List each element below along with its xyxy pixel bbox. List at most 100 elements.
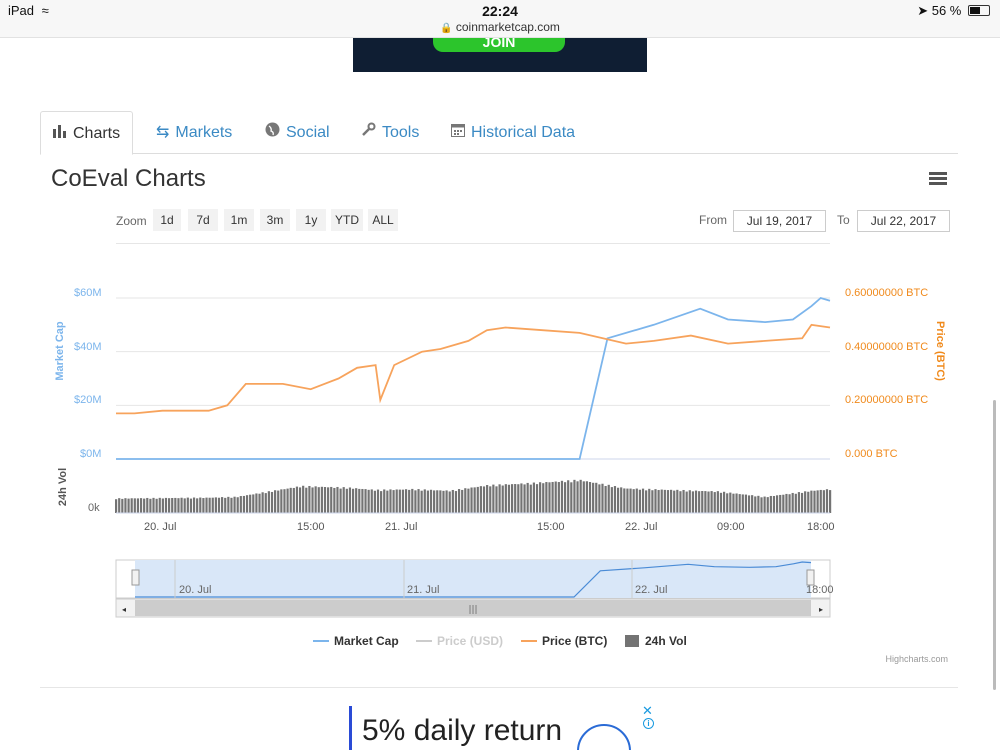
- volume-bar: [772, 496, 776, 513]
- highcharts-credit-link[interactable]: Highcharts.com: [885, 654, 948, 664]
- y-right-tick: 0.40000000 BTC: [845, 341, 929, 353]
- zoom-1y-button[interactable]: 1y: [296, 209, 326, 231]
- volume-bar: [286, 488, 289, 513]
- tab-label: Charts: [73, 125, 121, 142]
- volume-bar: [348, 487, 352, 513]
- volume-bar: [280, 489, 283, 513]
- volume-bar: [482, 486, 486, 513]
- volume-bar: [766, 497, 769, 513]
- hamburger-menu-icon[interactable]: [929, 172, 947, 186]
- volume-bar: [592, 482, 595, 513]
- volume-bar: [719, 492, 723, 513]
- volume-bar: [710, 491, 713, 513]
- navigator-series-line: [135, 561, 812, 598]
- volume-bar: [542, 483, 545, 513]
- legend-item-24h-vol[interactable]: 24h Vol: [645, 634, 687, 648]
- volume-bar: [467, 488, 470, 513]
- navigator-tick: 21. Jul: [407, 584, 440, 596]
- volume-bar: [152, 497, 155, 513]
- volume-bar: [707, 491, 710, 513]
- zoom-1m-button[interactable]: 1m: [224, 209, 254, 231]
- volume-bar: [429, 489, 433, 513]
- volume-bar: [673, 490, 676, 513]
- volume-bar: [295, 486, 299, 513]
- volume-bar: [224, 497, 227, 513]
- y-left-tick: $40M: [74, 341, 102, 353]
- volume-bar: [794, 493, 797, 513]
- volume-bar: [535, 484, 539, 513]
- volume-bar: [813, 490, 816, 513]
- volume-bar: [791, 492, 794, 513]
- tab-social[interactable]: Social: [253, 111, 342, 154]
- volume-bar: [567, 480, 570, 513]
- volume-bar: [192, 497, 196, 513]
- zoom-7d-button[interactable]: 7d: [188, 209, 218, 231]
- volume-bar: [501, 485, 504, 513]
- x-tick: 20. Jul: [144, 521, 177, 533]
- volume-bar: [701, 491, 704, 513]
- legend-item-market-cap[interactable]: Market Cap: [334, 634, 399, 648]
- zoom-label: Zoom: [116, 214, 147, 228]
- bar-chart-icon: [53, 112, 67, 155]
- legend-item-price-btc[interactable]: Price (BTC): [542, 634, 607, 648]
- volume-bar: [342, 487, 345, 513]
- volume-bar: [698, 491, 701, 513]
- legend-symbol-24h-vol: [625, 635, 639, 647]
- tab-markets[interactable]: ⇆ Markets: [144, 111, 244, 154]
- volume-bar: [744, 494, 748, 513]
- page-scrollbar[interactable]: [993, 400, 996, 690]
- zoom-3m-button[interactable]: 3m: [260, 209, 290, 231]
- zoom-ytd-button[interactable]: YTD: [331, 209, 363, 231]
- volume-bar: [149, 498, 152, 513]
- volume-bar: [716, 491, 719, 513]
- x-tick: 22. Jul: [625, 521, 658, 533]
- volume-bar: [816, 490, 819, 513]
- tab-charts[interactable]: Charts: [40, 111, 134, 155]
- tab-historical-data[interactable]: Historical Data: [439, 111, 587, 154]
- zoom-1d-button[interactable]: 1d: [153, 209, 181, 231]
- volume-bar: [713, 492, 716, 513]
- volume-bar: [143, 498, 146, 513]
- volume-bar: [380, 491, 383, 513]
- volume-bar: [414, 490, 417, 513]
- ad-close-icon[interactable]: ✕: [642, 703, 653, 719]
- volume-bar: [769, 495, 772, 513]
- volume-bar: [570, 482, 573, 513]
- volume-bar: [158, 497, 161, 513]
- y-right-axis-title: Price (BTC): [934, 321, 946, 381]
- zoom-all-button[interactable]: ALL: [368, 209, 398, 231]
- page-title: CoEval Charts: [51, 165, 206, 192]
- volume-bar: [411, 488, 414, 513]
- address-bar[interactable]: 🔒 coinmarketcap.com: [0, 20, 1000, 34]
- bottom-ad-banner[interactable]: 5% daily return: [349, 706, 651, 750]
- volume-bar: [376, 489, 380, 513]
- volume-bar: [607, 484, 610, 513]
- volume-bar: [255, 493, 258, 513]
- volume-bar: [174, 497, 177, 513]
- volume-bar: [763, 496, 766, 513]
- volume-bar: [694, 490, 698, 513]
- volume-bar: [486, 485, 489, 513]
- location-arrow-icon: ➤: [917, 3, 929, 18]
- volume-bar: [245, 495, 249, 513]
- volume-bar: [632, 489, 635, 513]
- volume-bar: [598, 484, 601, 513]
- volume-bar: [782, 494, 785, 513]
- join-button[interactable]: JOIN: [433, 38, 565, 52]
- volume-bar: [373, 490, 376, 513]
- volume-bar: [155, 498, 158, 513]
- y-right-tick: 0.000 BTC: [845, 448, 898, 460]
- from-date-input[interactable]: Jul 19, 2017: [733, 210, 826, 232]
- tab-tools[interactable]: Tools: [349, 111, 431, 154]
- volume-bar: [439, 490, 442, 513]
- y-left-axis-title: Market Cap: [54, 321, 66, 381]
- top-ad-banner[interactable]: JOIN: [353, 38, 647, 72]
- to-date-input[interactable]: Jul 22, 2017: [857, 210, 950, 232]
- volume-bar: [663, 489, 666, 513]
- legend-item-price-usd[interactable]: Price (USD): [437, 634, 503, 648]
- volume-bar: [660, 489, 663, 513]
- volume-bar: [507, 484, 511, 513]
- volume-bar: [127, 498, 130, 513]
- x-tick: 15:00: [297, 521, 325, 533]
- ad-info-icon[interactable]: i: [643, 718, 654, 729]
